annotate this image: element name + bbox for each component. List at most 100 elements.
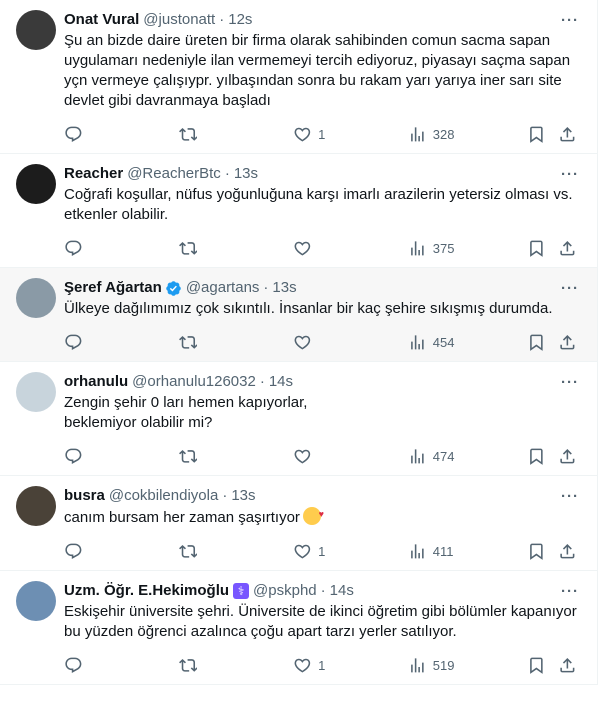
share-button[interactable]	[558, 447, 581, 466]
retweet-button[interactable]	[178, 125, 294, 144]
avatar[interactable]	[16, 10, 56, 50]
retweet-button[interactable]	[178, 239, 294, 258]
user-handle[interactable]: @cokbilendiyola	[109, 486, 218, 506]
separator-dot: ·	[259, 373, 265, 390]
tweet-text: Şu an bizde daire üreten bir firma olara…	[64, 32, 575, 109]
timestamp[interactable]: 12s	[228, 10, 252, 30]
share-button[interactable]	[558, 542, 581, 561]
like-button[interactable]: 1	[293, 656, 408, 675]
bookmark-icon	[529, 126, 543, 143]
retweet-icon	[178, 544, 198, 558]
reply-button[interactable]	[64, 542, 179, 561]
retweet-button[interactable]	[178, 447, 294, 466]
user-handle[interactable]: @orhanulu126032	[132, 372, 256, 392]
like-count: 1	[318, 657, 326, 673]
tweet-header: busra @cokbilendiyola · 13s	[64, 486, 581, 506]
share-button[interactable]	[558, 239, 581, 258]
display-name[interactable]: Reacher	[64, 164, 123, 184]
tweet[interactable]: busra @cokbilendiyola · 13s ··· canım bu…	[0, 476, 597, 571]
timestamp[interactable]: 14s	[269, 372, 293, 392]
reply-button[interactable]	[64, 447, 179, 466]
bookmark-button[interactable]	[527, 333, 558, 352]
like-button[interactable]	[293, 239, 408, 258]
like-button[interactable]: 1	[293, 125, 408, 144]
tweet-actions: 375	[64, 229, 581, 267]
reply-button[interactable]	[64, 125, 179, 144]
user-handle[interactable]: @justonatt	[143, 10, 215, 30]
views-button[interactable]: 454	[408, 333, 527, 352]
avatar[interactable]	[16, 372, 56, 412]
like-icon	[294, 127, 311, 142]
views-button[interactable]: 375	[408, 239, 527, 258]
like-count: 1	[318, 126, 326, 142]
display-name[interactable]: busra	[64, 486, 105, 506]
views-button[interactable]: 519	[408, 656, 527, 675]
reply-button[interactable]	[64, 656, 179, 675]
user-handle[interactable]: @agartans	[186, 278, 260, 298]
retweet-button[interactable]	[178, 656, 294, 675]
timestamp[interactable]: 13s	[231, 486, 255, 506]
like-count: 1	[318, 543, 326, 559]
reply-icon	[65, 334, 82, 350]
smiling-face-with-hearts-emoji	[302, 504, 324, 525]
bookmark-button[interactable]	[527, 239, 558, 258]
timestamp[interactable]: 13s	[234, 164, 258, 184]
display-name[interactable]: Şeref Ağartan	[64, 278, 162, 298]
display-name[interactable]: Onat Vural	[64, 10, 139, 30]
tweet[interactable]: orhanulu @orhanulu126032 · 14s ··· Zengi…	[0, 362, 597, 476]
like-button[interactable]: 1	[293, 542, 408, 561]
bookmark-icon	[529, 543, 543, 560]
share-button[interactable]	[558, 125, 581, 144]
separator-dot: ·	[224, 165, 230, 182]
timestamp[interactable]: 14s	[330, 581, 354, 601]
views-button[interactable]: 411	[408, 542, 527, 561]
user-handle[interactable]: @ReacherBtc	[127, 164, 221, 184]
tweet-header: Uzm. Öğr. E.Hekimoğlu ⚕ @pskphd · 14s	[64, 581, 581, 601]
like-button[interactable]	[293, 447, 408, 466]
views-icon	[411, 334, 424, 350]
share-button[interactable]	[558, 333, 581, 352]
tweet[interactable]: Uzm. Öğr. E.Hekimoğlu ⚕ @pskphd · 14s ··…	[0, 571, 597, 685]
views-icon	[411, 126, 424, 142]
tweet[interactable]: Onat Vural @justonatt · 12s ··· Şu an bi…	[0, 0, 597, 154]
bookmark-button[interactable]	[527, 125, 558, 144]
tweet[interactable]: Reacher @ReacherBtc · 13s ··· Coğrafi ko…	[0, 154, 597, 268]
affiliate-badge[interactable]: ⚕	[233, 583, 250, 600]
share-button[interactable]	[558, 656, 581, 675]
user-handle[interactable]: @pskphd	[253, 581, 317, 601]
timestamp[interactable]: 13s	[272, 278, 296, 298]
bookmark-icon	[529, 334, 543, 351]
retweet-button[interactable]	[178, 542, 294, 561]
reply-icon	[65, 657, 82, 673]
reply-button[interactable]	[64, 333, 179, 352]
tweet-content: Uzm. Öğr. E.Hekimoğlu ⚕ @pskphd · 14s ··…	[64, 581, 581, 684]
more-icon[interactable]: ···	[561, 488, 579, 505]
tweet[interactable]: Şeref Ağartan @agartans · 13s ··· Ülkeye…	[0, 268, 597, 362]
more-icon[interactable]: ···	[561, 583, 579, 600]
more-icon[interactable]: ···	[561, 166, 579, 183]
like-button[interactable]	[293, 333, 408, 352]
more-icon[interactable]: ···	[561, 280, 579, 297]
avatar[interactable]	[16, 278, 56, 318]
more-icon[interactable]: ···	[561, 12, 579, 29]
like-icon	[294, 544, 311, 559]
bookmark-button[interactable]	[527, 447, 558, 466]
bookmark-button[interactable]	[527, 656, 558, 675]
tweet-text: canım bursam her zaman şaşırtıyor	[64, 504, 581, 528]
avatar[interactable]	[16, 164, 56, 204]
views-button[interactable]: 474	[408, 447, 527, 466]
tweet-header: orhanulu @orhanulu126032 · 14s	[64, 372, 581, 392]
share-icon	[560, 448, 575, 464]
display-name[interactable]: orhanulu	[64, 372, 128, 392]
retweet-button[interactable]	[178, 333, 294, 352]
views-button[interactable]: 328	[408, 125, 527, 144]
avatar[interactable]	[16, 581, 56, 621]
like-icon	[294, 449, 311, 464]
tweet-text: Ülkeye dağılımımız çok sıkıntılı. İnsanl…	[64, 300, 553, 317]
avatar[interactable]	[16, 486, 56, 526]
display-name[interactable]: Uzm. Öğr. E.Hekimoğlu	[64, 581, 229, 601]
reply-button[interactable]	[64, 239, 179, 258]
bookmark-button[interactable]	[527, 542, 558, 561]
like-icon	[294, 241, 311, 256]
more-icon[interactable]: ···	[561, 374, 579, 391]
